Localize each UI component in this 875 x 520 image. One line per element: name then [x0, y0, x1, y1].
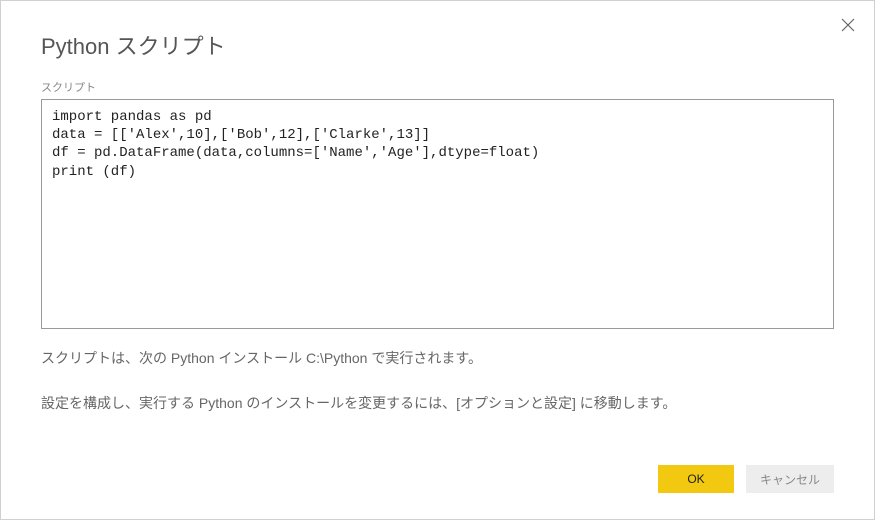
close-icon [841, 18, 855, 32]
settings-hint-text: 設定を構成し、実行する Python のインストールを変更するには、[オプション… [41, 393, 834, 414]
install-path-text: スクリプトは、次の Python インストール C:\Python で実行されま… [41, 348, 834, 369]
ok-button[interactable]: OK [658, 465, 734, 493]
button-bar: OK キャンセル [658, 465, 834, 493]
dialog-content: スクリプト スクリプトは、次の Python インストール C:\Python … [1, 79, 874, 414]
script-label: スクリプト [41, 79, 834, 95]
dialog-title: Python スクリプト [1, 1, 874, 79]
close-button[interactable] [836, 13, 860, 37]
script-textarea[interactable] [41, 99, 834, 329]
cancel-button[interactable]: キャンセル [746, 465, 834, 493]
python-script-dialog: Python スクリプト スクリプト スクリプトは、次の Python インスト… [1, 1, 874, 519]
